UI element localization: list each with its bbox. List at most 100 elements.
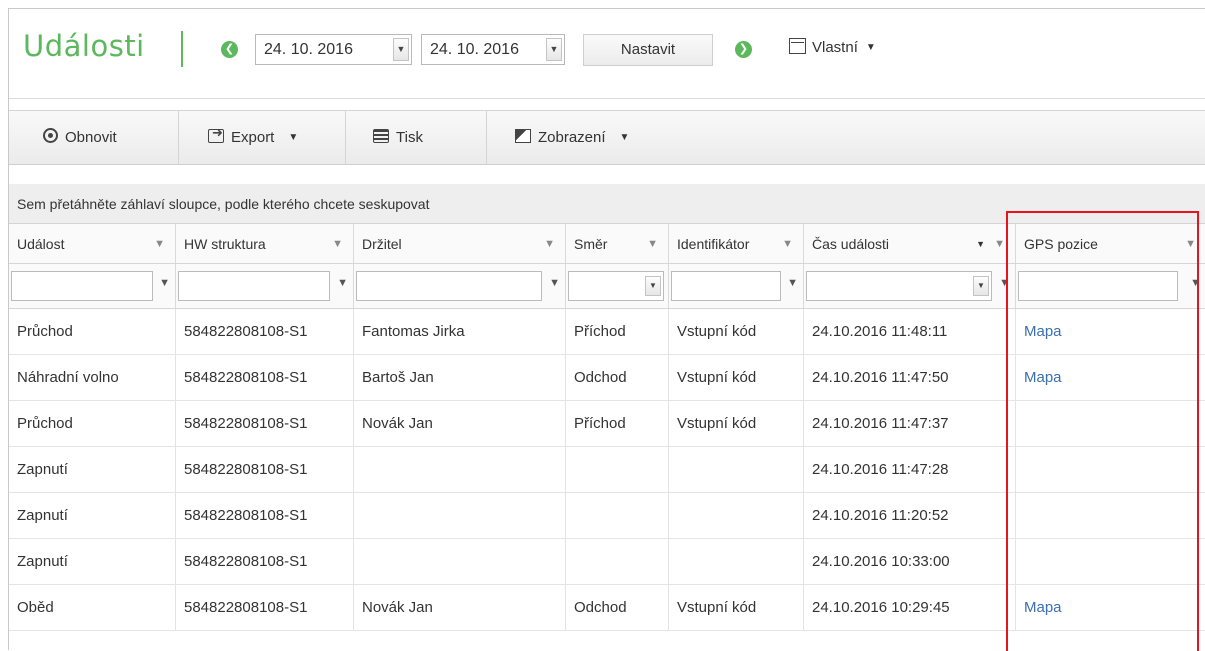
cell-event-time: 24.10.2016 11:47:50	[804, 355, 1016, 400]
export-label: Export	[231, 129, 275, 146]
table-row[interactable]: Zapnutí 584822808108-S1 24.10.2016 11:47:2…	[9, 447, 1205, 493]
column-header-label: Identifikátor	[677, 236, 750, 252]
map-link[interactable]: Mapa	[1016, 355, 1205, 400]
date-to-dropdown-icon[interactable]: ▼	[546, 38, 562, 61]
filter-icon[interactable]: ▼	[544, 224, 555, 264]
print-button[interactable]: Tisk	[373, 111, 423, 164]
filter-input-event[interactable]	[11, 271, 153, 301]
title-separator	[181, 31, 183, 67]
cell-hw-structure: 584822808108-S1	[176, 585, 354, 630]
column-header-event-time[interactable]: Čas události ▼ ▼	[804, 224, 1016, 263]
range-select[interactable]: Vlastní ▼	[789, 38, 876, 56]
column-header-direction[interactable]: Směr ▼	[566, 224, 669, 263]
cell-event-time: 24.10.2016 11:47:37	[804, 401, 1016, 446]
column-header-label: HW struktura	[184, 236, 266, 252]
filter-icon[interactable]: ▼	[782, 224, 793, 264]
map-link[interactable]: Mapa	[1016, 585, 1205, 630]
toolbar-divider	[345, 111, 346, 164]
cell-direction	[566, 493, 669, 538]
refresh-icon	[43, 128, 58, 143]
cell-direction: Odchod	[566, 355, 669, 400]
cell-identifier	[669, 493, 804, 538]
export-icon	[208, 125, 224, 143]
filter-icon[interactable]: ▼	[159, 277, 170, 289]
toolbar-divider	[486, 111, 487, 164]
cell-event: Náhradní volno	[9, 355, 176, 400]
column-header-event[interactable]: Událost ▼	[9, 224, 176, 263]
filter-icon[interactable]: ▼	[1190, 277, 1201, 289]
previous-period-icon[interactable]: ❮	[221, 41, 238, 58]
toolbar: Obnovit Export ▼ Tisk Zobrazení ▼	[9, 110, 1205, 165]
filter-input-gps-position[interactable]	[1018, 271, 1178, 301]
sort-desc-icon[interactable]: ▼	[976, 224, 985, 264]
chevron-down-icon[interactable]: ▼	[645, 276, 661, 296]
filter-icon[interactable]: ▼	[337, 277, 348, 289]
calendar-icon	[789, 38, 806, 54]
chevron-down-icon: ▼	[619, 132, 630, 143]
filter-input-hw-structure[interactable]	[178, 271, 330, 301]
group-by-panel[interactable]: Sem přetáhněte záhlaví sloupce, podle kt…	[9, 184, 1205, 224]
filter-cell: ▼	[669, 264, 804, 308]
refresh-button[interactable]: Obnovit	[43, 111, 117, 164]
next-period-icon[interactable]: ❯	[735, 41, 752, 58]
map-link[interactable]: Mapa	[1016, 309, 1205, 354]
column-header-identifier[interactable]: Identifikátor ▼	[669, 224, 804, 263]
column-header-label: GPS pozice	[1024, 236, 1098, 252]
cell-holder: Bartoš Jan	[354, 355, 566, 400]
filter-input-holder[interactable]	[356, 271, 542, 301]
cell-direction: Příchod	[566, 309, 669, 354]
cell-identifier	[669, 447, 804, 492]
page-title: Události	[23, 29, 145, 63]
cell-hw-structure: 584822808108-S1	[176, 401, 354, 446]
filter-cell: ▼	[354, 264, 566, 308]
cell-identifier: Vstupní kód	[669, 401, 804, 446]
filter-icon[interactable]: ▼	[1185, 224, 1196, 264]
cell-identifier: Vstupní kód	[669, 585, 804, 630]
filter-cell: ▼ ▼	[804, 264, 1016, 308]
column-header-label: Směr	[574, 236, 608, 252]
print-label: Tisk	[396, 129, 423, 146]
table-row[interactable]: Zapnutí 584822808108-S1 24.10.2016 10:33:0…	[9, 539, 1205, 585]
filter-icon[interactable]: ▼	[549, 277, 560, 289]
table-row[interactable]: Průchod 584822808108-S1 Novák Jan Příchod Vs…	[9, 401, 1205, 447]
table-row[interactable]: Oběd 584822808108-S1 Novák Jan Odchod Vstupn…	[9, 585, 1205, 631]
toolbar-divider	[178, 111, 179, 164]
filter-icon[interactable]: ▼	[999, 277, 1010, 289]
filter-icon[interactable]: ▼	[332, 224, 343, 264]
cell-hw-structure: 584822808108-S1	[176, 493, 354, 538]
column-header-gps-position[interactable]: GPS pozice ▼	[1016, 224, 1205, 263]
cell-holder	[354, 539, 566, 584]
cell-direction	[566, 447, 669, 492]
table-row[interactable]: Průchod 584822808108-S1 Fantomas Jirka Příc…	[9, 309, 1205, 355]
table-row[interactable]: Náhradní volno 584822808108-S1 Bartoš Jan O…	[9, 355, 1205, 401]
filter-input-identifier[interactable]	[671, 271, 781, 301]
view-button[interactable]: Zobrazení ▼	[515, 111, 629, 164]
filter-select-event-time[interactable]: ▼	[806, 271, 992, 301]
filter-icon[interactable]: ▼	[647, 224, 658, 264]
set-button[interactable]: Nastavit	[583, 34, 713, 66]
filter-icon[interactable]: ▼	[154, 224, 165, 264]
column-header-holder[interactable]: Držitel ▼	[354, 224, 566, 263]
date-to-field[interactable]: 24. 10. 2016 ▼	[421, 34, 565, 65]
column-header-hw-structure[interactable]: HW struktura ▼	[176, 224, 354, 263]
cell-identifier: Vstupní kód	[669, 355, 804, 400]
cell-hw-structure: 584822808108-S1	[176, 309, 354, 354]
filter-select-direction[interactable]: ▼	[568, 271, 664, 301]
export-button[interactable]: Export ▼	[208, 111, 298, 164]
cell-event-time: 24.10.2016 11:48:11	[804, 309, 1016, 354]
filter-icon[interactable]: ▼	[787, 277, 798, 289]
cell-event: Průchod	[9, 401, 176, 446]
chevron-down-icon: ▼	[288, 132, 299, 143]
cell-hw-structure: 584822808108-S1	[176, 355, 354, 400]
cell-holder: Novák Jan	[354, 585, 566, 630]
cell-hw-structure: 584822808108-S1	[176, 539, 354, 584]
cell-gps-position	[1016, 493, 1205, 538]
header-bar: Události ❮ 24. 10. 2016 ▼ 24. 10. 2016 ▼…	[9, 9, 1205, 99]
chevron-down-icon[interactable]: ▼	[973, 276, 989, 296]
table-row[interactable]: Zapnutí 584822808108-S1 24.10.2016 11:20:5…	[9, 493, 1205, 539]
cell-event: Zapnutí	[9, 493, 176, 538]
date-from-field[interactable]: 24. 10. 2016 ▼	[255, 34, 412, 65]
date-from-dropdown-icon[interactable]: ▼	[393, 38, 409, 61]
filter-icon[interactable]: ▼	[994, 224, 1005, 264]
filter-cell: ▼	[566, 264, 669, 308]
